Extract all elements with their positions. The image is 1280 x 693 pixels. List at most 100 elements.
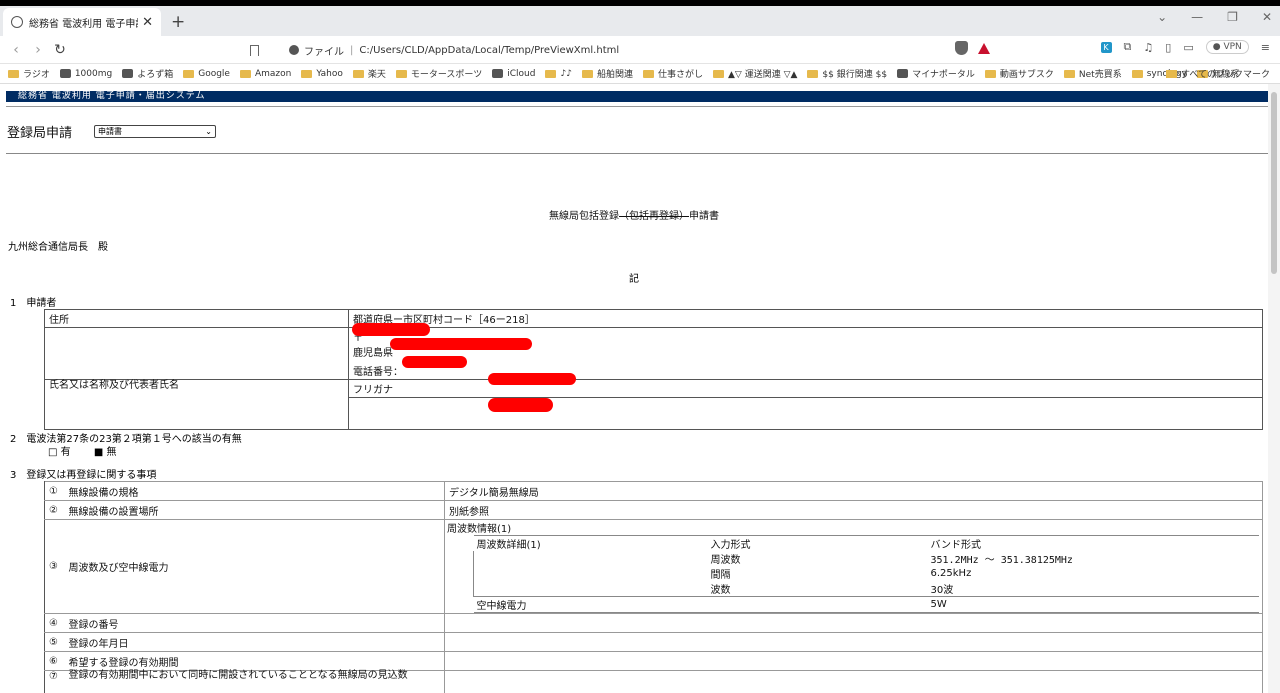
row-value [444,651,1263,671]
bookmark-item[interactable]: Net売買系 [1063,67,1122,80]
row-num: ① [44,481,65,501]
input-type-label: 入力形式 [710,540,751,551]
folder-icon [352,69,364,78]
restore-button[interactable]: ❐ [1227,10,1238,24]
bookmark-label: iCloud [507,68,536,79]
option-no[interactable]: ■ 無 [94,447,117,458]
folder-icon [545,69,557,78]
row-value [444,613,1263,633]
scrollbar-thumb[interactable] [1271,92,1277,274]
freq-detail-label: 周波数詳細(1) [476,540,541,551]
row-label: 周波数及び空中線電力 [64,519,445,614]
bookmark-item[interactable]: 船舶関連 [581,67,633,80]
bookmark-item[interactable]: ▲▽ 運送関連 ▽▲ [713,67,797,80]
bookmark-label: マイナポータル [912,70,975,80]
name-value [348,397,1263,430]
extensions-icon[interactable]: ⧉ [1124,40,1132,54]
row-num: ② [44,500,65,520]
bookmark-item[interactable]: モータースポーツ [395,67,483,80]
folder-icon [239,69,251,78]
url-text[interactable]: C:/Users/CLD/AppData/Local/Temp/PreViewX… [359,45,619,56]
new-tab-button[interactable]: + [171,12,185,32]
bookmarks-bar: ラジオ 1000mg よろず箱 Google Amazon Yahoo 楽天 モータースポーツ… [0,64,1280,84]
address-label: 住所 [44,309,349,328]
media-icon[interactable]: ♫ [1143,41,1153,54]
address-bar[interactable]: ファイル | C:/Users/CLD/AppData/Local/Temp/P… [250,39,948,61]
row-label: 登録の年月日 [64,632,445,652]
reload-button[interactable]: ↻ [49,42,71,58]
freq-label: 周波数 [710,555,741,566]
site-icon [492,69,504,78]
forward-button[interactable]: › [27,42,49,58]
info-icon[interactable] [289,45,299,55]
bookmark-item[interactable]: Yahoo [301,69,343,79]
bookmark-item[interactable]: 楽天 [352,67,386,80]
page-scrollbar[interactable] [1268,84,1280,693]
tab-search-icon[interactable]: ⌄ [1157,10,1167,24]
bookmark-item[interactable]: Amazon [239,69,291,79]
section-1-heading: 1 申請者 [10,298,57,309]
row-value: デジタル簡易無線局 [444,481,1263,501]
folder-icon [642,69,654,78]
waves-label: 波数 [710,585,731,596]
row-num: ④ [44,613,65,633]
bookmark-label: モータースポーツ [410,70,483,80]
brave-shield-icon[interactable] [955,41,968,55]
row-label: 希望する登録の有効期間 [64,651,445,671]
bookmark-item[interactable]: マイナポータル [897,67,975,80]
page-title: 登録局申請 [7,126,73,141]
bookmark-item[interactable]: ラジオ [8,67,50,80]
divider [6,106,1268,107]
bookmark-icon[interactable] [250,44,259,56]
bookmark-item[interactable]: よろず箱 [122,67,173,80]
document-select[interactable]: 申請書 ⌄ [94,125,216,138]
folder-icon [984,69,996,78]
menu-icon[interactable]: ≡ [1261,41,1270,54]
row-num: ⑥ [44,651,65,671]
all-bookmarks[interactable]: すべてのブックマーク [1165,67,1270,80]
bookmark-label: 仕事さがし [657,70,703,80]
rewards-icon[interactable] [978,43,990,54]
power-label: 空中線電力 [476,601,527,612]
minimize-button[interactable]: — [1191,10,1203,24]
extension-k-icon[interactable]: K [1100,41,1112,53]
bookmark-item[interactable]: ♪♪ [545,69,572,79]
row-num: ⑤ [44,632,65,652]
bookmark-label: 動画サブスク [999,70,1054,80]
folder-icon [183,69,195,78]
folder-icon [1131,69,1143,78]
folder-icon [713,69,724,78]
bookmark-item[interactable]: 1000mg [59,69,112,79]
tab-bar: 総務省 電波利用 電子申請･届出 ✕ + ⌄ — ❐ ✕ [0,6,1280,36]
divider [6,153,1268,154]
row-label: 無線設備の設置場所 [64,500,445,520]
sidebar-icon[interactable]: ▯ [1165,41,1171,54]
browser-tab[interactable]: 総務省 電波利用 電子申請･届出 ✕ [3,8,161,36]
ki-heading: 記 [629,274,639,285]
vpn-button[interactable]: ● VPN [1205,40,1249,54]
bookmark-item[interactable]: $$ 銀行関連 $$ [807,67,887,80]
row-label: 登録の有効期間中において同時に開設されていることとなる無線局の見込数 [64,670,445,693]
system-banner: 総務省 電波利用 電子申請・届出システム [6,91,1268,102]
bookmark-label: 船舶関連 [596,70,633,80]
bookmark-label: Google [198,68,230,79]
freq-detail-table: 周波数詳細(1) 入力形式 バンド形式 周波数 351.2MHz 〜 351.38… [473,535,1259,613]
bookmark-item[interactable]: iCloud [492,69,535,79]
bookmark-item[interactable]: 動画サブスク [984,67,1054,80]
name-label: 氏名又は名称及び代表者氏名 [44,379,349,430]
bookmark-item[interactable]: 仕事さがし [642,67,703,80]
close-window-button[interactable]: ✕ [1262,10,1272,24]
bookmark-item[interactable]: Google [183,69,230,79]
close-tab-icon[interactable]: ✕ [142,15,153,30]
redaction [488,373,576,385]
option-yes[interactable]: □ 有 [48,447,71,458]
wallet-icon[interactable]: ▭ [1183,41,1193,54]
redaction [402,356,467,368]
row-label: 登録の番号 [64,613,445,633]
all-bookmarks-label: すべてのブックマーク [1180,70,1270,80]
back-button[interactable]: ‹ [5,42,27,58]
bookmark-label: $$ 銀行関連 $$ [822,70,888,80]
waves-value: 30波 [930,585,954,596]
section-3-heading: 3 登録又は再登録に関する事項 [10,470,157,481]
interval-label: 間隔 [710,570,731,581]
